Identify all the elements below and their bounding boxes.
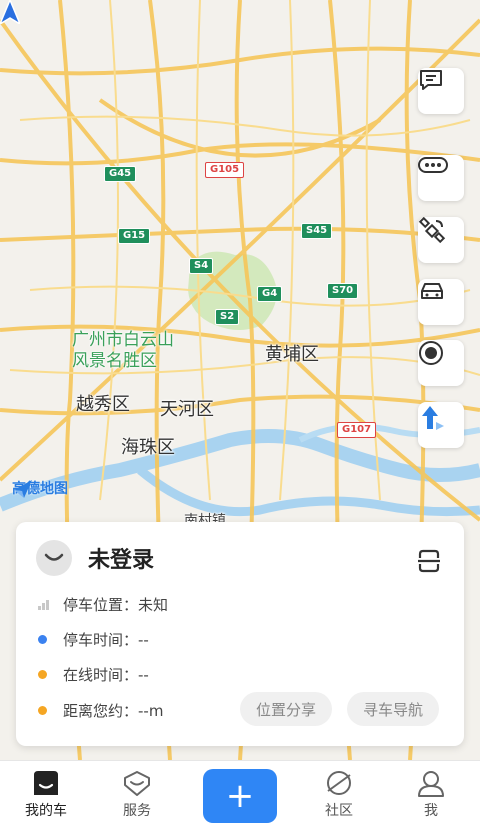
map-label-tianhe: 天河区 xyxy=(160,399,214,420)
my-car-icon xyxy=(34,771,58,795)
card-header: 未登录 xyxy=(36,540,154,576)
park-location-row: 停车位置：未知 xyxy=(38,594,168,615)
road-badge-s45: S45 xyxy=(301,223,333,239)
smile-icon xyxy=(44,553,64,561)
tab-community[interactable]: 社区 xyxy=(309,769,369,820)
gaode-logo-icon xyxy=(14,480,32,498)
avatar[interactable] xyxy=(36,540,72,576)
tab-my-car-label: 我的车 xyxy=(25,803,67,819)
direction-button[interactable] xyxy=(418,402,464,448)
message-button[interactable] xyxy=(418,68,464,114)
find-car-nav-button[interactable]: 寻车导航 xyxy=(347,692,440,726)
scan-icon[interactable] xyxy=(416,548,442,574)
park-time-text: 停车时间：-- xyxy=(63,631,149,649)
orange-dot-icon xyxy=(38,670,47,679)
share-location-button[interactable]: 位置分享 xyxy=(240,692,333,726)
map-label-haizhu: 海珠区 xyxy=(121,437,175,458)
road-badge-s70: S70 xyxy=(327,283,359,299)
bottom-tab-bar: 我的车 服务 + 社区 我 xyxy=(0,760,480,826)
car-icon xyxy=(421,283,443,299)
community-icon xyxy=(327,771,351,795)
add-icon: + xyxy=(225,776,255,816)
road-badge-s2: S2 xyxy=(215,309,240,325)
tab-me[interactable]: 我 xyxy=(401,769,461,820)
road-badge-g45: G45 xyxy=(104,166,137,182)
map-label-baiyunshan: 广州市白云山 风景名胜区 xyxy=(72,330,174,371)
tab-service[interactable]: 服务 xyxy=(107,769,167,820)
park-time-row: 停车时间：-- xyxy=(38,629,149,650)
park-location-text: 停车位置：未知 xyxy=(63,596,169,614)
road-badge-g15: G15 xyxy=(118,228,151,244)
road-badge-g107: G107 xyxy=(337,422,377,438)
tab-service-label: 服务 xyxy=(123,803,151,819)
more-icon xyxy=(418,157,448,173)
satellite-button[interactable] xyxy=(418,217,464,263)
tab-community-label: 社区 xyxy=(325,803,353,819)
location-arrow-icon xyxy=(0,0,20,24)
road-badge-g4: G4 xyxy=(257,286,283,302)
map-label-yuexiu: 越秀区 xyxy=(76,394,130,415)
satellite-icon xyxy=(418,217,446,244)
distance-text: 距离您约：--m xyxy=(63,702,164,720)
direction-arrow-icon xyxy=(422,406,444,430)
online-time-text: 在线时间：-- xyxy=(63,666,149,684)
login-status-title[interactable]: 未登录 xyxy=(88,542,154,574)
road-badge-s4: S4 xyxy=(189,258,214,274)
tab-my-car[interactable]: 我的车 xyxy=(16,769,76,820)
car-status-card: 未登录 停车位置：未知 停车时间：-- 在线时间：-- 距离您约：--m 位置分… xyxy=(16,522,464,746)
record-icon xyxy=(419,341,443,365)
road-badge-g105: G105 xyxy=(205,162,245,178)
map-label-huangpu: 黄埔区 xyxy=(265,344,319,365)
add-button[interactable]: + xyxy=(203,769,277,823)
online-time-row: 在线时间：-- xyxy=(38,664,149,685)
orange-dot-icon xyxy=(38,706,47,715)
service-icon xyxy=(124,771,150,796)
more-button[interactable] xyxy=(418,155,464,201)
record-button[interactable] xyxy=(418,340,464,386)
map-provider-logo: 高德地图 xyxy=(12,478,68,498)
signal-icon xyxy=(38,599,50,610)
message-icon xyxy=(420,70,442,90)
blue-dot-icon xyxy=(38,635,47,644)
car-button[interactable] xyxy=(418,279,464,325)
tab-me-label: 我 xyxy=(424,803,438,819)
distance-row: 距离您约：--m xyxy=(38,700,163,721)
profile-icon xyxy=(418,771,444,797)
